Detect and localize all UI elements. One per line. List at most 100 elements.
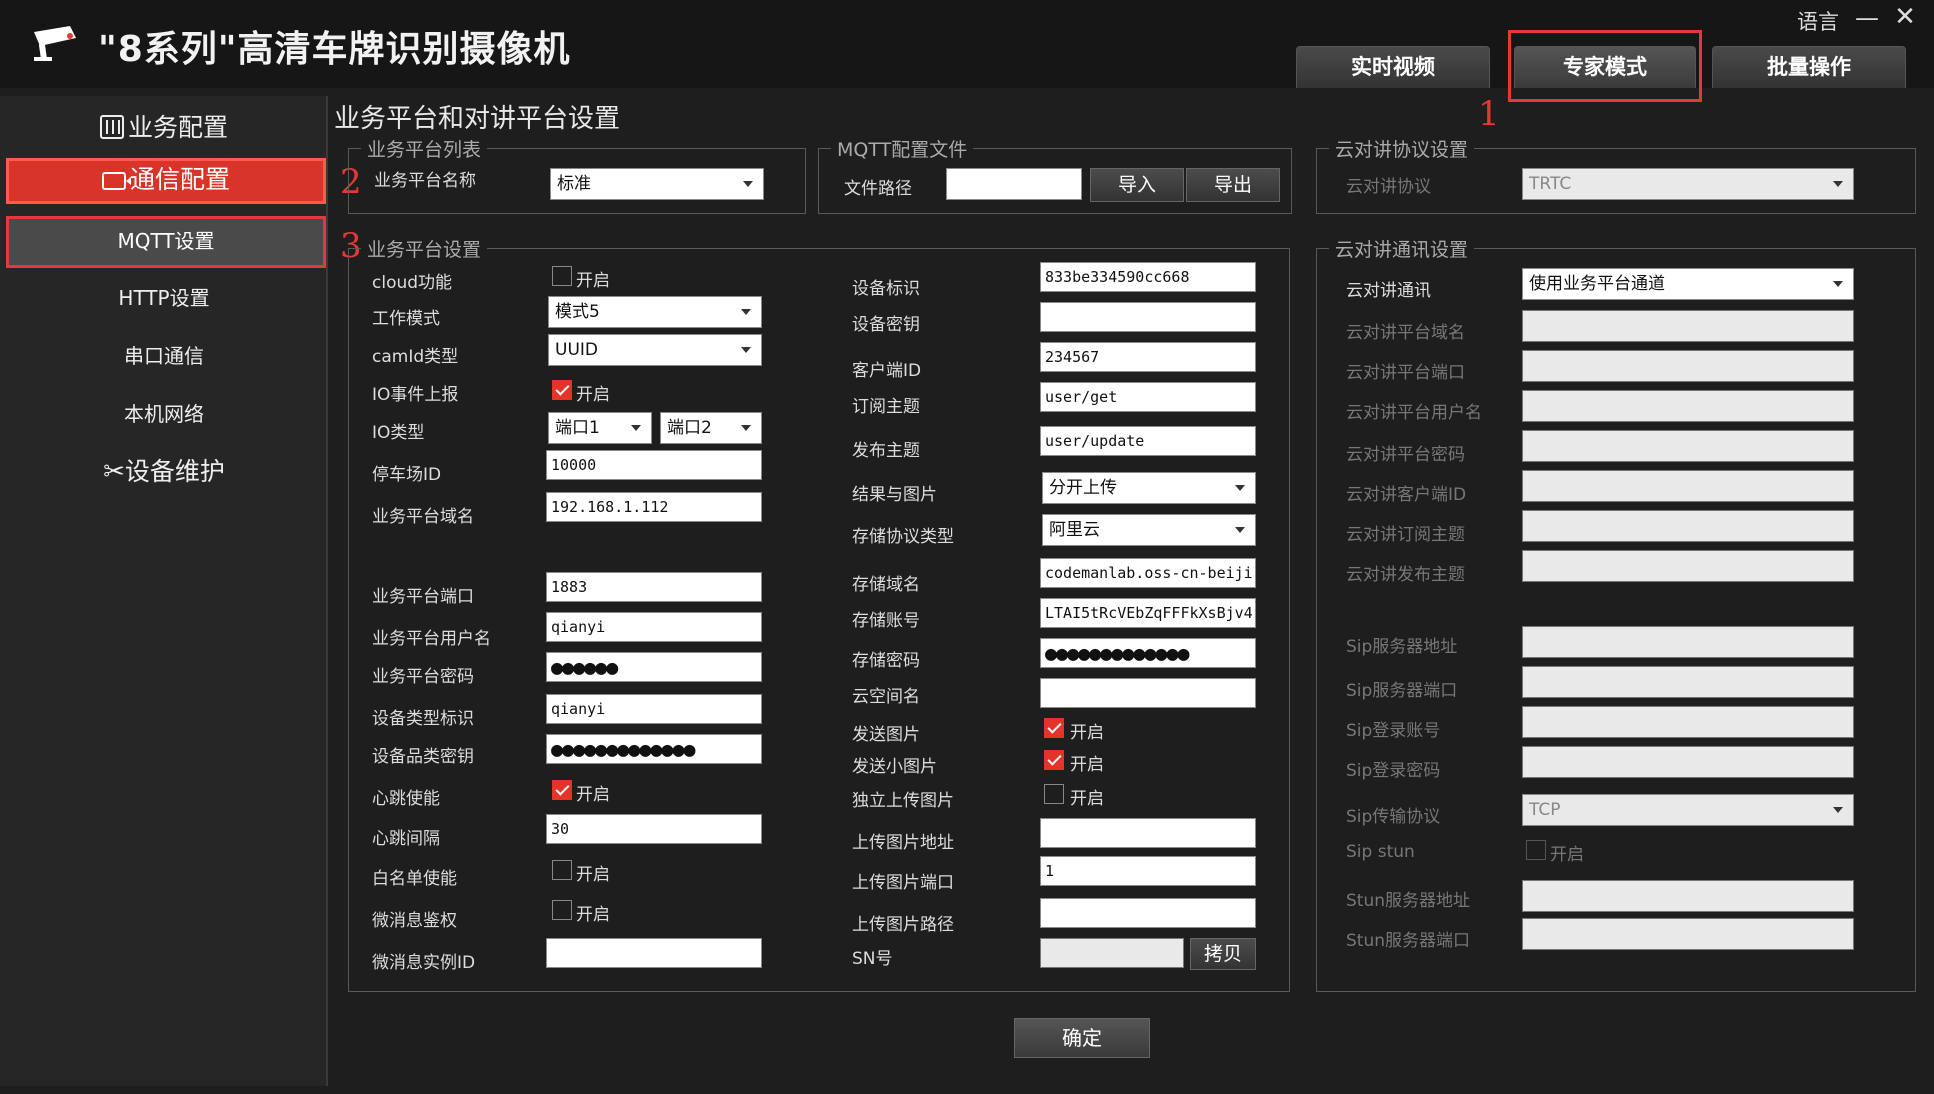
sip-stun-label: Sip stun bbox=[1346, 842, 1415, 862]
send-small-image-checkbox[interactable] bbox=[1044, 750, 1064, 770]
talk-sub-topic-label: 云对讲订阅主题 bbox=[1346, 525, 1465, 545]
pub-topic-input[interactable]: user/update bbox=[1040, 426, 1256, 456]
sip-account-input bbox=[1522, 706, 1854, 738]
confirm-button[interactable]: 确定 bbox=[1014, 1018, 1150, 1058]
camid-select[interactable]: UUID bbox=[548, 334, 762, 366]
export-button[interactable]: 导出 bbox=[1186, 168, 1280, 202]
sidebar-item-comm-config[interactable]: 通信配置 bbox=[6, 158, 326, 204]
chevron-down-icon bbox=[1833, 181, 1843, 187]
tab-batch-operation[interactable]: 批量操作 bbox=[1712, 46, 1906, 88]
stun-port-label: Stun服务器端口 bbox=[1346, 931, 1471, 951]
group-title: 云对讲协议设置 bbox=[1329, 135, 1475, 162]
camid-label: camId类型 bbox=[372, 347, 459, 367]
heartbeat-checkbox[interactable] bbox=[552, 780, 572, 800]
cloud-checkbox[interactable] bbox=[552, 266, 572, 286]
select-value: 分开上传 bbox=[1049, 478, 1117, 498]
checkbox-label: 开启 bbox=[576, 785, 610, 805]
storage-password-input[interactable]: ●●●●●●●●●●●●● bbox=[1040, 638, 1256, 668]
io-event-checkbox[interactable] bbox=[552, 380, 572, 400]
device-id-label: 设备标识 bbox=[852, 279, 920, 299]
checkbox-label: 开启 bbox=[576, 271, 610, 291]
platform-port-input[interactable]: 1883 bbox=[546, 572, 762, 602]
upload-port-label: 上传图片端口 bbox=[852, 873, 954, 893]
heartbeat-interval-input[interactable]: 30 bbox=[546, 814, 762, 844]
client-id-input[interactable]: 234567 bbox=[1040, 342, 1256, 372]
file-path-input[interactable] bbox=[946, 168, 1082, 200]
minimize-button[interactable]: — bbox=[1852, 4, 1882, 32]
storage-account-input[interactable]: LTAI5tRcVEbZqFFFkXsBjv4 bbox=[1040, 598, 1256, 628]
sidebar-item-mqtt[interactable]: MQTT设置 bbox=[6, 216, 326, 268]
platform-password-input[interactable]: ●●●●●● bbox=[546, 652, 762, 682]
independent-upload-checkbox[interactable] bbox=[1044, 784, 1064, 804]
io-event-label: IO事件上报 bbox=[372, 385, 459, 405]
device-type-input[interactable]: qianyi bbox=[546, 694, 762, 724]
sn-label: SN号 bbox=[852, 949, 893, 969]
work-mode-select[interactable]: 模式5 bbox=[548, 296, 762, 328]
category-key-input[interactable]: ●●●●●●●●●●●●● bbox=[546, 734, 762, 764]
wechat-auth-checkbox[interactable] bbox=[552, 900, 572, 920]
bucket-input[interactable] bbox=[1040, 678, 1256, 708]
sub-topic-input[interactable]: user/get bbox=[1040, 382, 1256, 412]
storage-type-select[interactable]: 阿里云 bbox=[1042, 514, 1256, 546]
close-button[interactable]: ✕ bbox=[1890, 2, 1920, 32]
heartbeat-interval-label: 心跳间隔 bbox=[372, 829, 440, 849]
io-port1-select[interactable]: 端口1 bbox=[548, 412, 652, 444]
select-value: 端口2 bbox=[667, 418, 712, 438]
sidebar-item-label: 业务配置 bbox=[127, 113, 228, 142]
upload-address-input[interactable] bbox=[1040, 818, 1256, 848]
annotation-1: 1 bbox=[1478, 94, 1500, 134]
whitelist-checkbox[interactable] bbox=[552, 860, 572, 880]
select-value: 阿里云 bbox=[1049, 520, 1100, 540]
chevron-down-icon bbox=[1235, 527, 1245, 533]
upload-path-input[interactable] bbox=[1040, 898, 1256, 928]
sip-server-label: Sip服务器地址 bbox=[1346, 637, 1458, 657]
storage-type-label: 存储协议类型 bbox=[852, 527, 954, 547]
talk-password-label: 云对讲平台密码 bbox=[1346, 445, 1465, 465]
talk-user-input bbox=[1522, 390, 1854, 422]
work-mode-label: 工作模式 bbox=[372, 309, 440, 329]
parking-id-label: 停车场ID bbox=[372, 465, 442, 485]
send-image-checkbox[interactable] bbox=[1044, 718, 1064, 738]
parking-id-input[interactable]: 10000 bbox=[546, 450, 762, 480]
copy-button[interactable]: 拷贝 bbox=[1190, 938, 1256, 970]
video-camera-icon bbox=[101, 172, 131, 190]
sidebar-item-network[interactable]: 本机网络 bbox=[0, 398, 328, 427]
cloud-label: cloud功能 bbox=[372, 273, 453, 293]
sidebar-item-http[interactable]: HTTP设置 bbox=[0, 282, 328, 311]
import-button[interactable]: 导入 bbox=[1090, 168, 1184, 202]
device-key-input[interactable] bbox=[1040, 302, 1256, 332]
select-value: 使用业务平台通道 bbox=[1529, 274, 1665, 294]
independent-upload-label: 独立上传图片 bbox=[852, 791, 954, 811]
sip-password-input bbox=[1522, 746, 1854, 778]
platform-name-select[interactable]: 标准 bbox=[550, 168, 764, 200]
talk-port-input bbox=[1522, 350, 1854, 382]
talk-comm-select[interactable]: 使用业务平台通道 bbox=[1522, 268, 1854, 300]
sidebar-item-maintenance[interactable]: ✂设备维护 bbox=[0, 452, 328, 488]
page-title: 业务平台和对讲平台设置 bbox=[334, 104, 621, 134]
talk-client-id-input bbox=[1522, 470, 1854, 502]
io-port2-select[interactable]: 端口2 bbox=[660, 412, 762, 444]
storage-domain-input[interactable]: codemanlab.oss-cn-beiji bbox=[1040, 558, 1256, 588]
upload-port-input[interactable]: 1 bbox=[1040, 856, 1256, 886]
select-value: 标准 bbox=[557, 174, 591, 194]
platform-user-input[interactable]: qianyi bbox=[546, 612, 762, 642]
platform-domain-input[interactable]: 192.168.1.112 bbox=[546, 492, 762, 522]
checkbox-label: 开启 bbox=[1070, 789, 1104, 809]
sidebar-item-serial[interactable]: 串口通信 bbox=[0, 340, 328, 369]
talk-user-label: 云对讲平台用户名 bbox=[1346, 403, 1482, 423]
result-image-label: 结果与图片 bbox=[852, 485, 937, 505]
wechat-instance-input[interactable] bbox=[546, 938, 762, 968]
result-image-select[interactable]: 分开上传 bbox=[1042, 472, 1256, 504]
chevron-down-icon bbox=[1833, 807, 1843, 813]
tab-live-video[interactable]: 实时视频 bbox=[1296, 46, 1490, 88]
checkbox-label: 开启 bbox=[1550, 845, 1584, 865]
tools-icon: ✂ bbox=[103, 457, 125, 487]
select-value: UUID bbox=[555, 340, 598, 360]
camera-logo-icon bbox=[34, 26, 76, 61]
select-value: TCP bbox=[1529, 800, 1561, 820]
language-button[interactable]: 语言 bbox=[1797, 6, 1839, 36]
sidebar-item-business-config[interactable]: 业务配置 bbox=[0, 108, 328, 144]
talk-comm-label: 云对讲通讯 bbox=[1346, 281, 1431, 301]
device-id-input[interactable]: 833be334590cc668 bbox=[1040, 262, 1256, 292]
sip-server-input bbox=[1522, 626, 1854, 658]
